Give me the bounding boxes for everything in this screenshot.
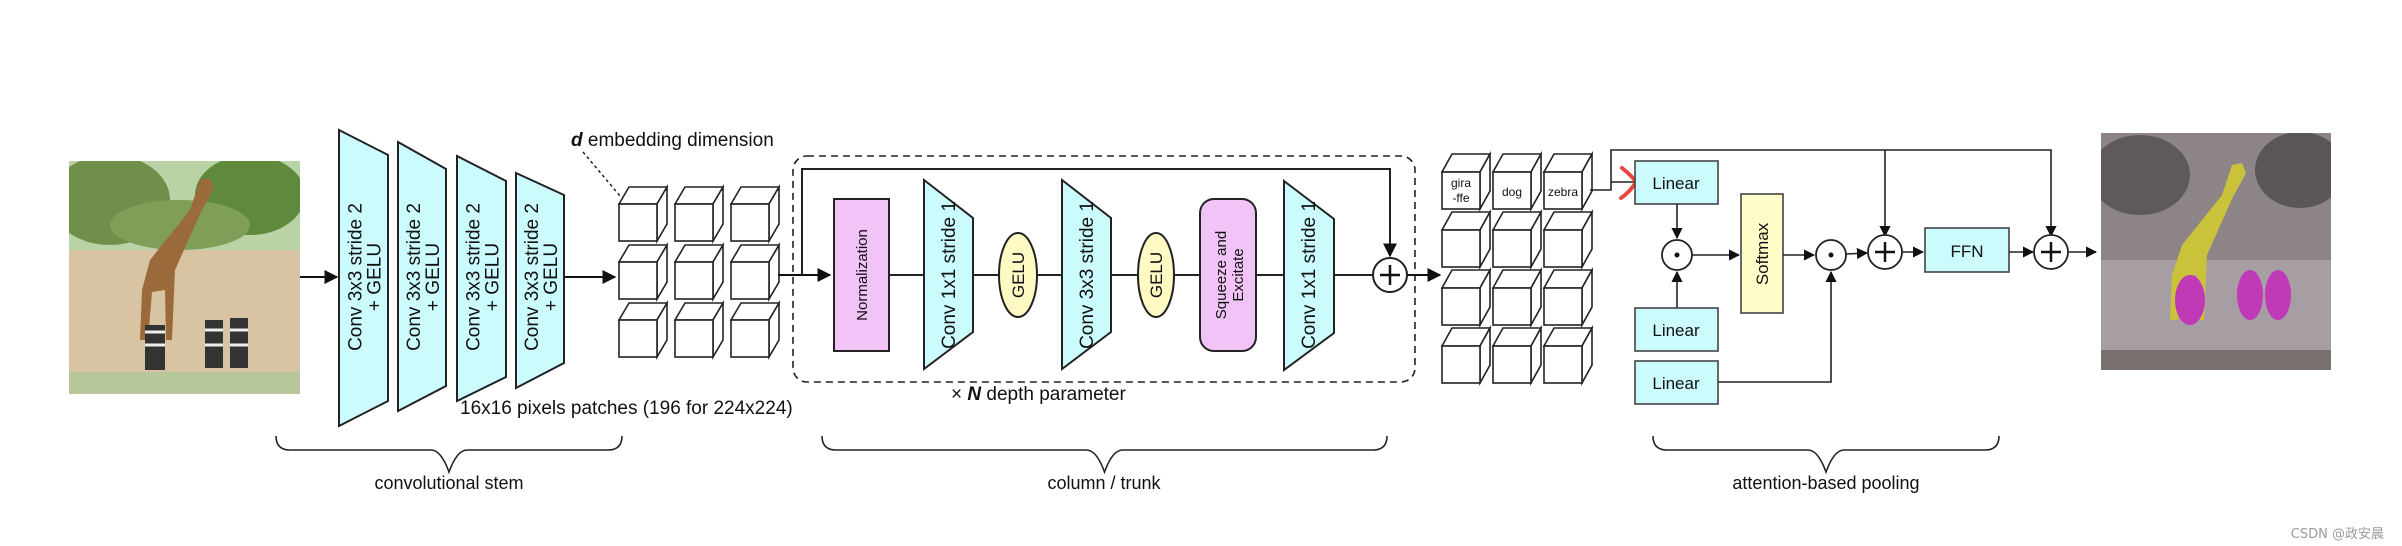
token-cube	[1491, 266, 1543, 329]
stem-layer-gelu-label: + GELU	[483, 243, 504, 311]
patch-token-cube	[673, 242, 725, 302]
watermark: CSDN @政安晨	[2291, 527, 2384, 542]
stem-conv-layer: Conv 3x3 stride 2+ GELU	[515, 171, 565, 390]
se-label-1: Squeeze and	[1213, 231, 1230, 319]
class-token-grid: gira-ffe dog zebra	[1440, 150, 1594, 387]
patch-token-cube	[673, 184, 725, 244]
attention-pooling-label: attention-based pooling	[1732, 473, 1919, 493]
token-cube	[1440, 324, 1492, 387]
patch-token-cube	[729, 242, 781, 302]
patches-label: 16x16 pixels patches (196 for 224x224)	[460, 398, 793, 419]
convolutional-stem: Conv 3x3 stride 2+ GELU Conv 3x3 stride 2…	[338, 128, 565, 428]
patch-token-grid	[617, 184, 781, 360]
linear-key-label: Linear	[1652, 321, 1700, 340]
class-token-cube: zebra	[1542, 150, 1594, 213]
embedding-dimension-label: d embedding dimension	[571, 130, 774, 151]
softmax-label: Softmax	[1753, 222, 1772, 285]
red-annotation-mark	[1619, 166, 1639, 200]
token-cube	[1542, 324, 1594, 387]
column-trunk-label: column / trunk	[1047, 473, 1161, 493]
gelu-1-label: GELU	[1009, 252, 1028, 298]
class-token-label: dog	[1502, 185, 1522, 199]
class-token-label: zebra	[1548, 185, 1578, 199]
se-label-2: Excitate	[1230, 248, 1247, 301]
trunk-brace	[821, 435, 1388, 475]
stem-brace	[275, 435, 623, 475]
stem-layer-label: Conv 3x3 stride 2	[464, 203, 485, 351]
token-cube	[1491, 208, 1543, 271]
patch-token-cube	[617, 242, 669, 302]
conv-1x1-label: Conv 1x1 stride 1	[939, 201, 960, 349]
token-cube	[1440, 266, 1492, 329]
linear-value-label: Linear	[1652, 374, 1700, 393]
stem-conv-layer: Conv 3x3 stride 2+ GELU	[397, 140, 447, 413]
token-cube	[1542, 266, 1594, 329]
token-cube	[1542, 208, 1594, 271]
gelu-2-label: GELU	[1147, 252, 1166, 298]
class-token-cube: gira-ffe	[1440, 150, 1492, 213]
patch-token-cube	[617, 300, 669, 360]
stem-conv-layer: Conv 3x3 stride 2+ GELU	[456, 154, 507, 403]
patch-token-cube	[729, 184, 781, 244]
patch-token-cube	[729, 300, 781, 360]
linear-query-label: Linear	[1652, 174, 1700, 193]
patch-token-cube	[617, 184, 669, 244]
convolutional-stem-label: convolutional stem	[374, 473, 523, 493]
conv-1x1-2-label: Conv 1x1 stride 1	[1299, 201, 1320, 349]
coatnet-pooling-diagram: Conv 3x3 stride 2+ GELU Conv 3x3 stride 2…	[69, 128, 2384, 542]
stem-layer-gelu-label: + GELU	[365, 243, 386, 311]
input-image	[69, 161, 300, 394]
token-cube	[1440, 208, 1492, 271]
conv-3x3-label: Conv 3x3 stride 1	[1077, 201, 1098, 349]
stem-layer-gelu-label: + GELU	[423, 243, 444, 311]
class-token-label: gira	[1451, 176, 1471, 190]
class-token-label-2: -ffe	[1452, 191, 1469, 205]
stem-layer-label: Conv 3x3 stride 2	[404, 203, 425, 351]
stem-layer-label: Conv 3x3 stride 2	[346, 203, 367, 351]
token-cube	[1491, 324, 1543, 387]
pooling-brace	[1652, 435, 2000, 475]
stem-layer-gelu-label: + GELU	[541, 243, 562, 311]
patch-token-cube	[673, 300, 725, 360]
stem-layer-label: Conv 3x3 stride 2	[522, 203, 543, 351]
normalization-label: Normalization	[854, 229, 871, 321]
depth-parameter-label: × N depth parameter	[951, 384, 1126, 405]
ffn-label: FFN	[1950, 242, 1983, 261]
stem-conv-layer: Conv 3x3 stride 2+ GELU	[338, 128, 389, 428]
output-attention-image	[2101, 133, 2331, 370]
class-token-cube: dog	[1491, 150, 1543, 213]
